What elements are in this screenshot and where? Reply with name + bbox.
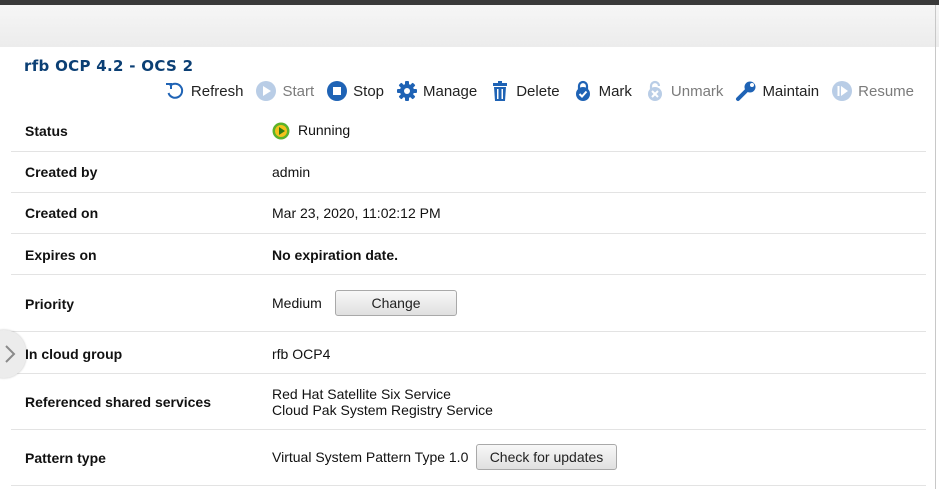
check-for-updates-button[interactable]: Check for updates xyxy=(476,444,617,470)
delete-button[interactable]: Delete xyxy=(489,80,560,102)
cloud-group-label: In cloud group xyxy=(25,346,123,362)
change-priority-button[interactable]: Change xyxy=(335,290,457,316)
created-on-value: Mar 23, 2020, 11:02:12 PM xyxy=(272,205,441,221)
unmark-button[interactable]: Unmark xyxy=(644,80,724,102)
start-label: Start xyxy=(282,82,315,100)
unlock-x-icon xyxy=(647,80,662,101)
details-table: Status Running Created by admin Created … xyxy=(11,111,926,486)
start-icon xyxy=(256,81,277,101)
status-text: Running xyxy=(298,122,351,138)
mark-button[interactable]: Mark xyxy=(572,80,632,102)
created-by-value: admin xyxy=(272,164,311,180)
manage-label: Manage xyxy=(423,82,478,100)
status-label: Status xyxy=(25,123,68,139)
pattern-type-row: Pattern type Virtual System Pattern Type… xyxy=(11,430,926,486)
wrench-icon xyxy=(736,81,756,101)
manage-button[interactable]: Manage xyxy=(396,80,477,102)
lock-check-icon xyxy=(575,80,590,101)
panel-border xyxy=(935,5,936,489)
shared-services-row: Referenced shared services Red Hat Satel… xyxy=(11,374,926,430)
resume-icon xyxy=(832,81,853,101)
shared-service-link[interactable]: Red Hat Satellite Six Service xyxy=(272,386,451,402)
cloud-group-row: In cloud group rfb OCP4 xyxy=(11,332,926,374)
shared-services-label: Referenced shared services xyxy=(25,394,211,410)
priority-value: Medium xyxy=(272,295,322,311)
stop-label: Stop xyxy=(353,82,384,100)
resume-button[interactable]: Resume xyxy=(831,80,914,102)
delete-label: Delete xyxy=(516,82,560,100)
status-row: Status Running xyxy=(11,111,926,152)
header-band xyxy=(0,5,939,47)
resume-label: Resume xyxy=(858,82,914,100)
stop-button[interactable]: Stop xyxy=(326,80,384,102)
shared-service-link[interactable]: Cloud Pak System Registry Service xyxy=(272,402,493,418)
refresh-button[interactable]: Refresh xyxy=(164,80,244,102)
created-on-label: Created on xyxy=(25,205,99,221)
mark-label: Mark xyxy=(598,82,632,100)
chevron-right-icon xyxy=(5,345,16,363)
expires-on-row: Expires on No expiration date. xyxy=(11,234,926,275)
page-title: rfb OCP 4.2 - OCS 2 xyxy=(24,57,194,75)
status-value: Running xyxy=(272,122,350,140)
unmark-label: Unmark xyxy=(670,82,724,100)
pattern-type-label: Pattern type xyxy=(25,450,106,466)
trash-icon xyxy=(493,81,508,101)
priority-row: Priority Medium Change xyxy=(11,275,926,332)
stop-icon xyxy=(327,81,348,101)
maintain-button[interactable]: Maintain xyxy=(735,80,819,102)
priority-label: Priority xyxy=(25,296,75,312)
refresh-icon xyxy=(165,82,184,99)
gear-icon xyxy=(397,81,417,101)
pattern-type-value: Virtual System Pattern Type 1.0 xyxy=(272,449,469,465)
expires-on-label: Expires on xyxy=(25,247,97,263)
start-button[interactable]: Start xyxy=(255,80,314,102)
action-toolbar: Refresh Start Stop Manage Delete Mark Un… xyxy=(152,78,914,104)
cloud-group-link[interactable]: rfb OCP4 xyxy=(272,346,330,362)
created-on-row: Created on Mar 23, 2020, 11:02:12 PM xyxy=(11,193,926,234)
refresh-label: Refresh xyxy=(190,82,244,100)
maintain-label: Maintain xyxy=(762,82,820,100)
running-status-icon xyxy=(272,122,290,140)
created-by-label: Created by xyxy=(25,164,98,180)
created-by-row: Created by admin xyxy=(11,152,926,193)
expires-on-value: No expiration date. xyxy=(272,247,399,263)
